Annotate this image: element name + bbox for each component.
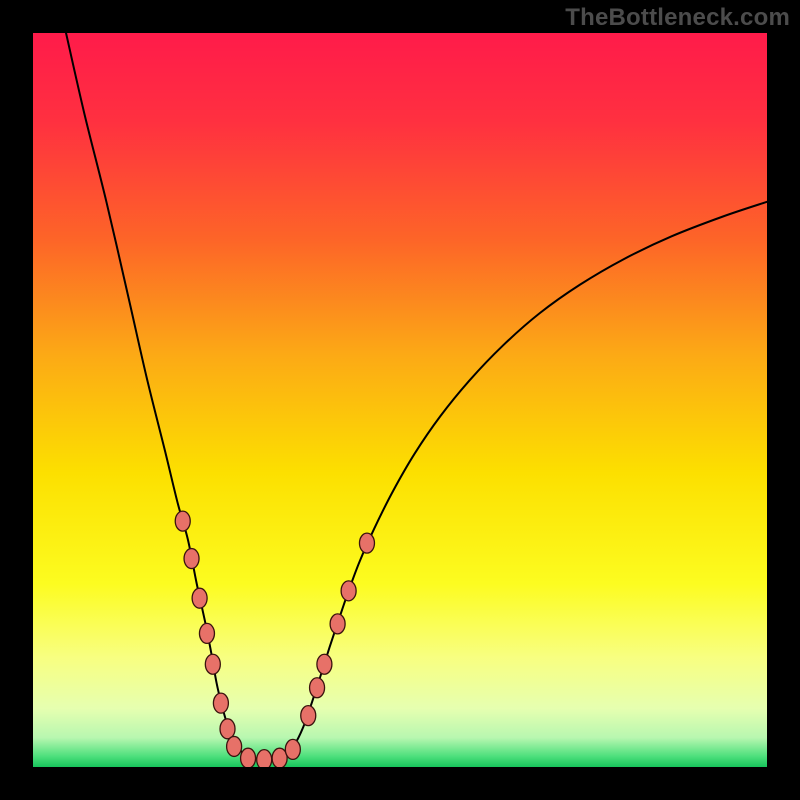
data-marker: [184, 549, 199, 569]
data-marker: [213, 693, 228, 713]
data-marker: [310, 678, 325, 698]
data-marker: [241, 748, 256, 767]
watermark-text: TheBottleneck.com: [565, 4, 790, 32]
plot-area: [33, 33, 767, 767]
data-marker: [227, 736, 242, 756]
data-marker: [330, 614, 345, 634]
chart-frame: TheBottleneck.com: [0, 0, 800, 800]
data-marker: [257, 750, 272, 767]
gradient-background: [33, 33, 767, 767]
data-marker: [301, 706, 316, 726]
data-marker: [341, 581, 356, 601]
data-marker: [220, 719, 235, 739]
data-marker: [192, 588, 207, 608]
plot-svg: [33, 33, 767, 767]
data-marker: [285, 739, 300, 759]
data-marker: [199, 623, 214, 643]
data-marker: [175, 511, 190, 531]
data-marker: [359, 533, 374, 553]
data-marker: [205, 654, 220, 674]
data-marker: [317, 654, 332, 674]
